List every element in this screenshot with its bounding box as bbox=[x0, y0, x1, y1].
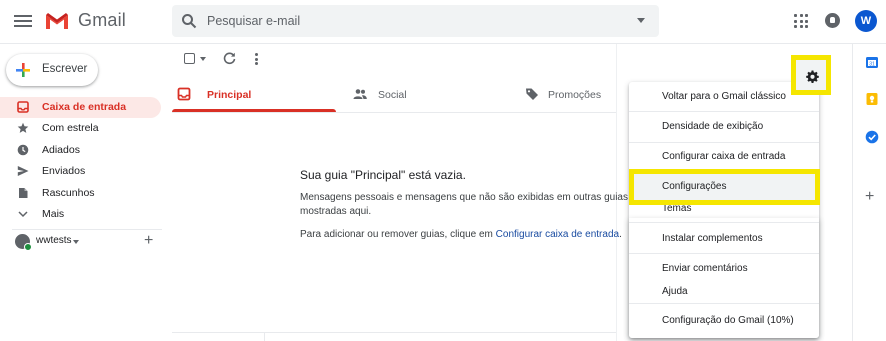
menu-item-label: Configurações bbox=[662, 181, 727, 192]
footer-separator bbox=[264, 332, 265, 341]
menu-item-themes[interactable]: Temas bbox=[629, 198, 819, 218]
menu-item-label: Configurar caixa de entrada bbox=[662, 151, 786, 162]
compose-plus-icon bbox=[16, 63, 30, 77]
menu-item-display-density[interactable]: Densidade de exibição bbox=[629, 112, 819, 142]
chevron-down-icon bbox=[18, 211, 28, 218]
sidebar-item-label: Adiados bbox=[42, 144, 80, 156]
search-bar[interactable] bbox=[172, 5, 659, 37]
app-name: Gmail bbox=[78, 10, 127, 30]
sidebar-item-more[interactable]: Mais bbox=[0, 204, 161, 225]
menu-item-help[interactable]: Ajuda bbox=[629, 278, 819, 300]
hint-prefix: Para adicionar ou remover guias, clique … bbox=[300, 229, 496, 240]
tabs-divider bbox=[172, 112, 616, 113]
settings-menu-bottom: Instalar complementos Enviar comentários… bbox=[629, 218, 819, 338]
tab-promotions[interactable]: Promoções bbox=[520, 76, 616, 112]
menu-item-label: Temas bbox=[662, 203, 692, 214]
sidebar-item-snoozed[interactable]: Adiados bbox=[0, 140, 161, 161]
send-icon bbox=[17, 166, 29, 176]
menu-item-label: Instalar complementos bbox=[662, 233, 763, 244]
svg-text:31: 31 bbox=[869, 61, 875, 67]
empty-state-text: mostradas aqui. bbox=[300, 206, 372, 217]
search-input[interactable] bbox=[207, 12, 607, 30]
settings-button[interactable] bbox=[791, 55, 831, 95]
tab-label: Promoções bbox=[548, 89, 602, 101]
configure-inbox-link[interactable]: Configurar caixa de entrada bbox=[496, 229, 619, 240]
calendar-icon[interactable]: 31 bbox=[865, 55, 879, 69]
sidebar-item-label: Caixa de entrada bbox=[42, 101, 127, 113]
sidebar-item-label: Mais bbox=[42, 208, 65, 220]
search-options-icon[interactable] bbox=[637, 18, 645, 23]
header-divider bbox=[0, 43, 886, 44]
menu-item-configure-inbox[interactable]: Configurar caixa de entrada bbox=[629, 143, 819, 171]
user-status-caret-icon[interactable] bbox=[73, 240, 79, 244]
menu-item-label: Densidade de exibição bbox=[662, 121, 764, 132]
select-all-checkbox[interactable] bbox=[184, 53, 195, 64]
clock-icon bbox=[17, 144, 29, 156]
sidebar-item-drafts[interactable]: Rascunhos bbox=[0, 183, 161, 204]
tab-social[interactable]: Social bbox=[348, 76, 512, 112]
menu-item-label: Enviar comentários bbox=[662, 263, 748, 274]
gmail-window: Gmail W Escrever Caixa de entrada bbox=[0, 0, 886, 341]
main-menu-icon[interactable] bbox=[14, 13, 32, 29]
empty-state-title: Sua guia "Principal" está vazia. bbox=[300, 168, 466, 182]
account-avatar[interactable]: W bbox=[855, 10, 877, 32]
tab-primary[interactable]: Principal bbox=[172, 76, 336, 112]
inbox-icon bbox=[17, 101, 29, 113]
draft-icon bbox=[19, 188, 28, 198]
menu-item-label: Configuração do Gmail (10%) bbox=[662, 315, 794, 326]
user-avatar bbox=[15, 234, 32, 251]
compose-button[interactable]: Escrever bbox=[6, 54, 98, 86]
notifications-icon[interactable] bbox=[825, 13, 840, 28]
gmail-logo[interactable]: Gmail bbox=[45, 10, 126, 31]
sidebar-item-label: Enviados bbox=[42, 165, 86, 177]
sidebar-item-inbox[interactable]: Caixa de entrada bbox=[0, 97, 161, 118]
menu-item-settings[interactable]: Configurações bbox=[629, 174, 819, 198]
menu-divider bbox=[629, 222, 819, 223]
menu-item-send-feedback[interactable]: Enviar comentários bbox=[629, 254, 819, 276]
side-panel-divider bbox=[852, 44, 853, 341]
star-icon bbox=[17, 122, 29, 133]
gmail-m-icon bbox=[46, 12, 68, 29]
empty-state-hint: Para adicionar ou remover guias, clique … bbox=[300, 229, 622, 240]
sidebar-item-sent[interactable]: Enviados bbox=[0, 161, 161, 182]
more-options-icon[interactable] bbox=[255, 53, 258, 65]
sidebar-item-starred[interactable]: Com estrela bbox=[0, 118, 161, 139]
select-options-icon[interactable] bbox=[200, 57, 206, 61]
user-name: wwtests bbox=[36, 235, 72, 246]
add-addon-icon[interactable]: + bbox=[865, 189, 874, 205]
tag-icon bbox=[526, 88, 538, 100]
tab-label: Social bbox=[378, 89, 407, 101]
tab-label: Principal bbox=[207, 89, 252, 101]
people-icon bbox=[353, 89, 367, 99]
tasks-icon[interactable] bbox=[865, 130, 879, 144]
menu-item-gmail-setup[interactable]: Configuração do Gmail (10%) bbox=[629, 304, 819, 334]
compose-label: Escrever bbox=[42, 63, 88, 75]
apps-grid-icon[interactable] bbox=[794, 14, 808, 28]
sidebar-divider bbox=[12, 229, 162, 230]
add-contact-icon[interactable]: + bbox=[144, 232, 153, 250]
gear-icon bbox=[806, 70, 819, 83]
menu-item-label: Ajuda bbox=[662, 286, 688, 297]
refresh-icon[interactable] bbox=[223, 52, 236, 65]
hangouts-user[interactable]: wwtests + bbox=[12, 232, 162, 252]
search-icon[interactable] bbox=[181, 13, 197, 29]
sidebar-item-label: Com estrela bbox=[42, 122, 99, 134]
menu-item-install-addons[interactable]: Instalar complementos bbox=[629, 224, 819, 252]
keep-icon[interactable] bbox=[865, 92, 879, 106]
menu-item-label: Voltar para o Gmail clássico bbox=[662, 91, 786, 102]
inbox-icon bbox=[177, 87, 191, 101]
empty-state-text: Mensagens pessoais e mensagens que não s… bbox=[300, 192, 636, 203]
footer-divider bbox=[172, 332, 616, 333]
sidebar-item-label: Rascunhos bbox=[42, 187, 95, 199]
hint-suffix: . bbox=[619, 229, 622, 240]
